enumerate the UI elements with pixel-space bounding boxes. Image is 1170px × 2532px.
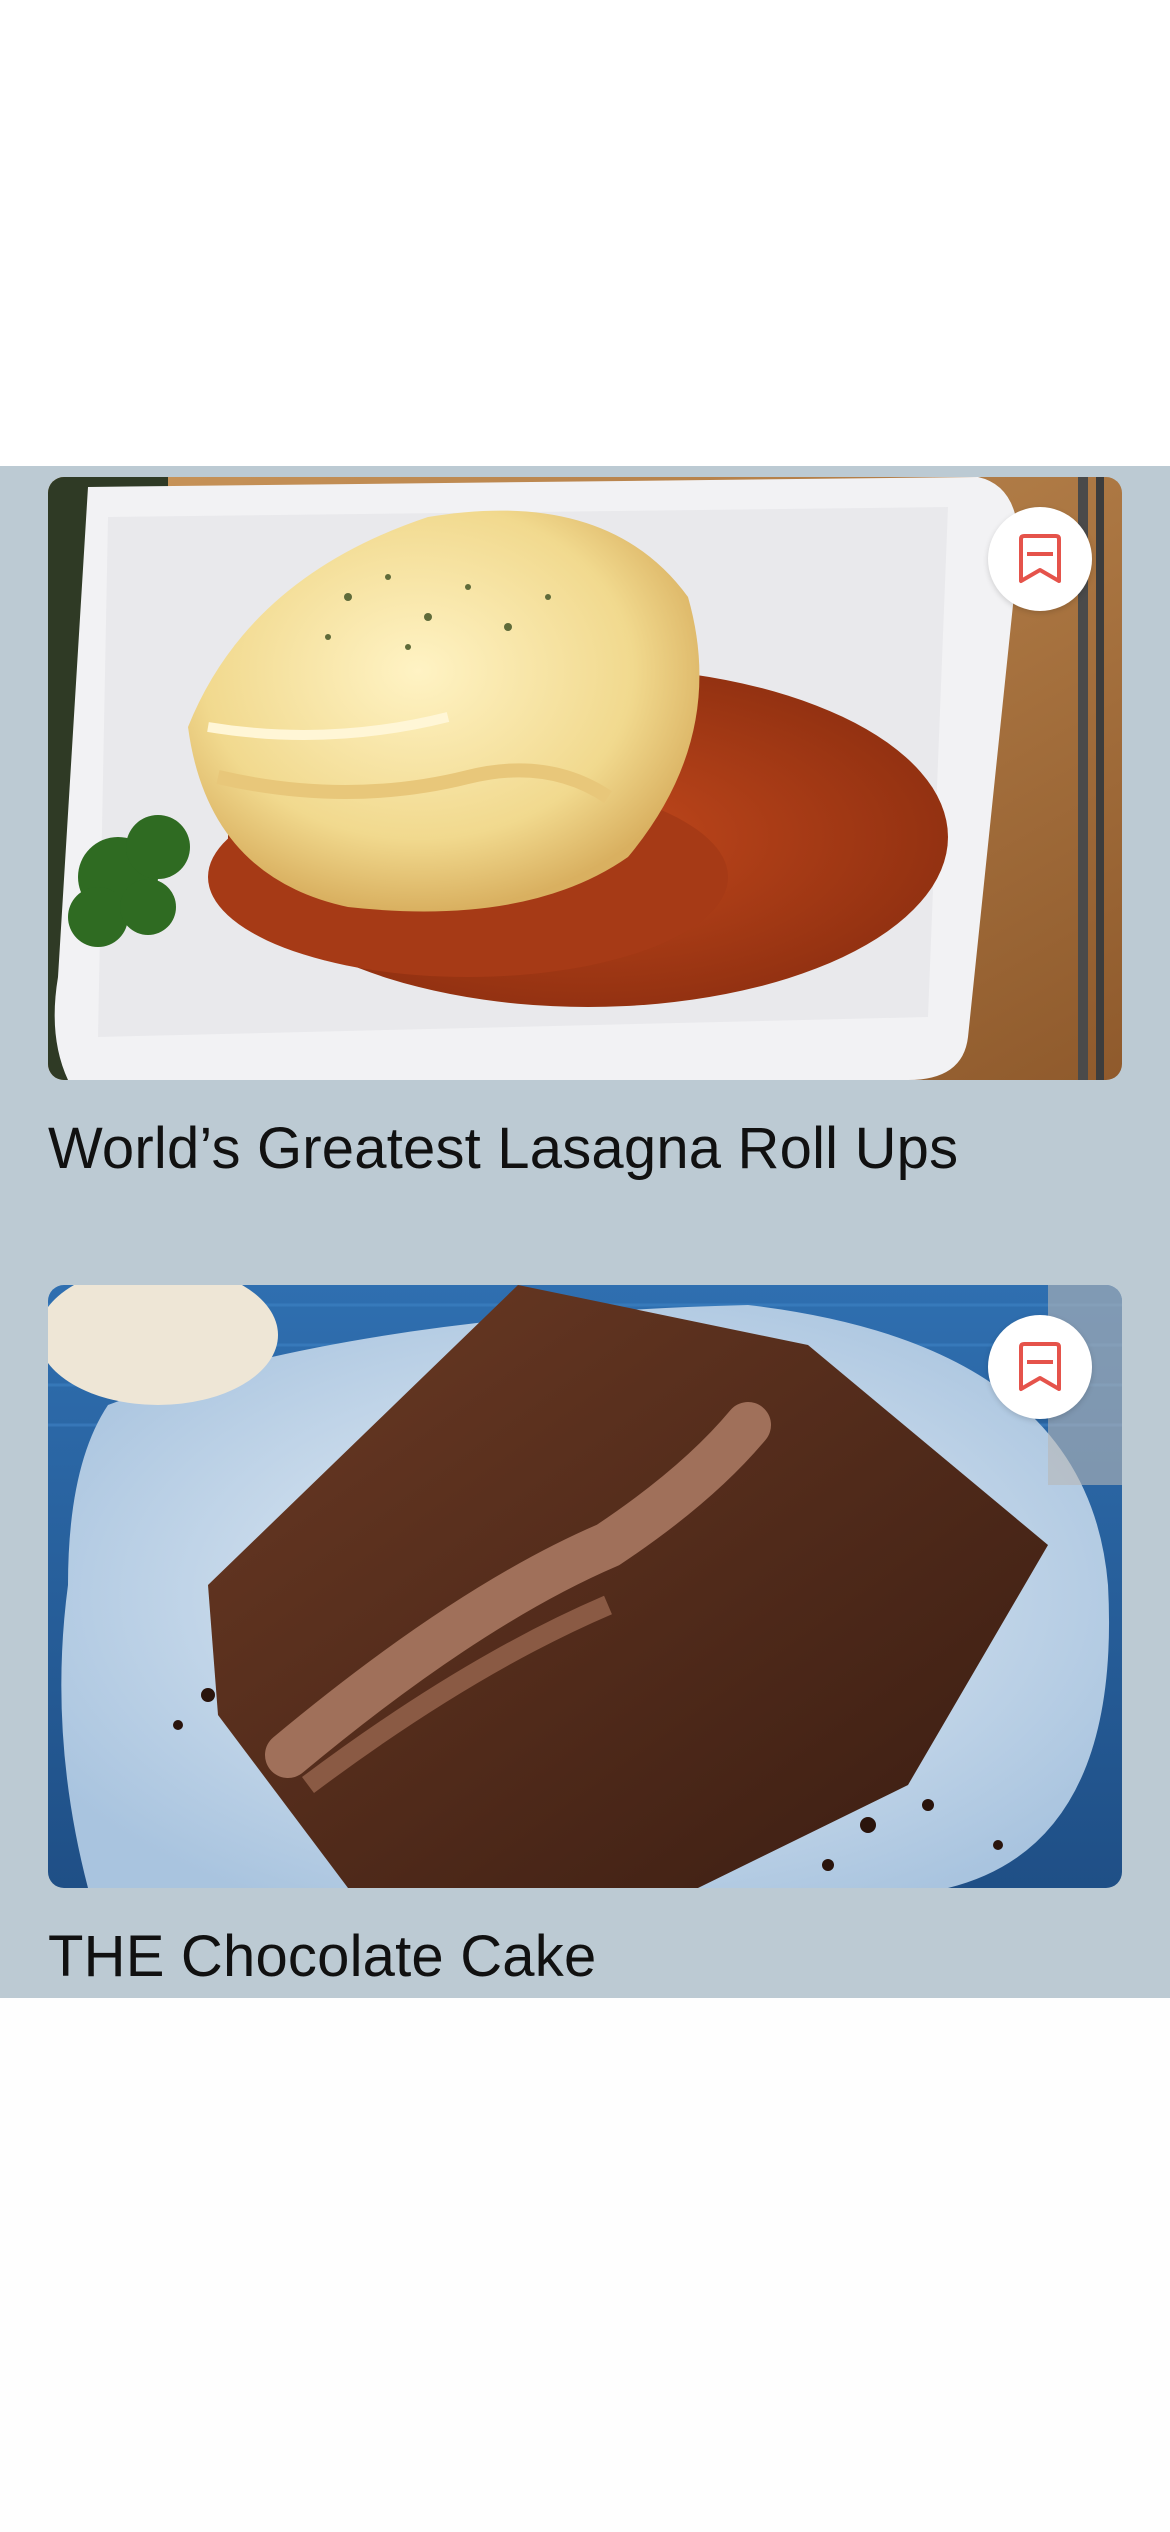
recipe-title[interactable]: THE Chocolate Cake	[48, 1888, 1122, 1990]
bottom-blank-area	[0, 1998, 1170, 2532]
recipe-card[interactable]: THE Chocolate Cake	[48, 1285, 1122, 1990]
bookmark-icon	[1019, 1342, 1061, 1391]
recipe-photo-lasagna[interactable]	[48, 477, 1122, 1080]
recipe-feed[interactable]: World’s Greatest Lasagna Roll Ups THE Ch…	[0, 466, 1170, 1998]
bookmark-button[interactable]	[988, 1315, 1092, 1419]
chocolate-cake-image	[48, 1285, 1122, 1888]
lasagna-image	[48, 477, 1122, 1080]
bookmark-button[interactable]	[988, 507, 1092, 611]
bookmark-icon	[1019, 534, 1061, 583]
recipe-title[interactable]: World’s Greatest Lasagna Roll Ups	[48, 1080, 1122, 1182]
recipe-card[interactable]: World’s Greatest Lasagna Roll Ups	[48, 477, 1122, 1182]
recipe-photo-chocolate-cake[interactable]	[48, 1285, 1122, 1888]
top-blank-area	[0, 0, 1170, 466]
